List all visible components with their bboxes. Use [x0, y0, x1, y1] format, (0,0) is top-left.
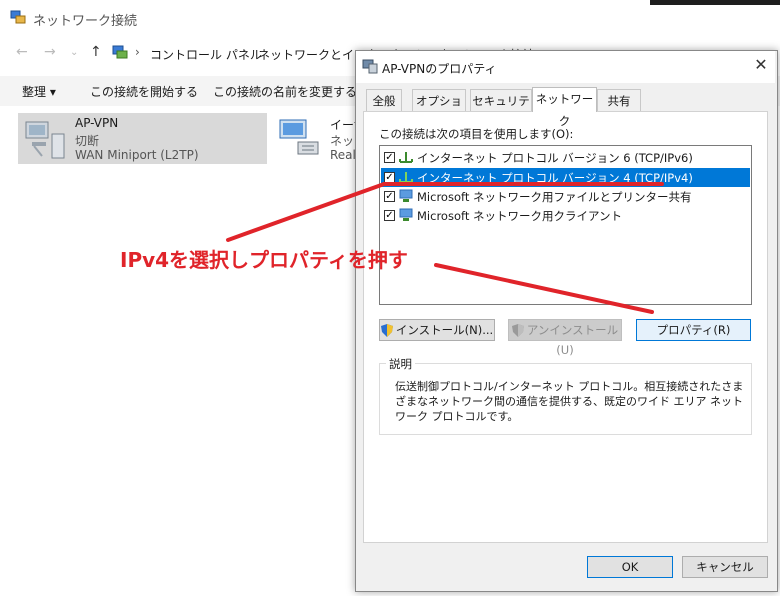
file-printer-sharing-label: Microsoft ネットワーク用ファイルとプリンター共有 [417, 190, 692, 204]
ipv4-label: インターネット プロトコル バージョン 4 (TCP/IPv4) [417, 171, 693, 185]
uac-shield-icon [511, 324, 524, 337]
vpn-connection-icon [25, 121, 65, 159]
file-printer-sharing-checkbox[interactable]: ✓ [384, 191, 395, 202]
tab-sharing[interactable]: 共有 [597, 89, 641, 111]
network-connections-icon [10, 10, 26, 24]
connection-name: AP-VPN [75, 116, 119, 130]
cancel-button[interactable]: キャンセル [682, 556, 768, 578]
control-panel-icon [112, 45, 128, 59]
ms-client-checkbox[interactable]: ✓ [384, 210, 395, 221]
service-icon [399, 189, 413, 202]
ipv6-label: インターネット プロトコル バージョン 6 (TCP/IPv6) [417, 151, 693, 165]
start-connection-button[interactable]: この接続を開始する [90, 83, 198, 100]
vpn-dialog-icon [362, 59, 378, 74]
explorer-title: ネットワーク接続 [33, 14, 138, 29]
ethernet-connection-icon [279, 119, 319, 155]
tab-general[interactable]: 全般 [366, 89, 402, 111]
protocol-icon [399, 172, 413, 183]
connection-status: 切断 [75, 134, 100, 148]
install-button[interactable]: インストール(N)... [379, 319, 495, 341]
ipv6-checkbox[interactable]: ✓ [384, 152, 395, 163]
tab-options[interactable]: オプション [412, 89, 466, 130]
forward-arrow-icon[interactable]: → [44, 44, 56, 60]
description-text: 伝送制御プロトコル/インターネット プロトコル。相互接続されたさまざまなネットワ… [395, 380, 744, 423]
ms-client-label: Microsoft ネットワーク用クライアント [417, 209, 623, 223]
taskbar-edge [650, 0, 780, 5]
items-label: この接続は次の項目を使用します(O): [379, 127, 574, 141]
close-icon[interactable]: ✕ [750, 55, 772, 74]
dialog-title: AP-VPNのプロパティ [382, 62, 497, 76]
annotation-text: IPv4を選択しプロパティを押す [120, 248, 408, 272]
tab-security[interactable]: セキュリティ [470, 89, 532, 130]
install-label: インストール(N)... [395, 323, 494, 337]
uninstall-button[interactable]: アンインストール(U) [508, 319, 622, 357]
back-arrow-icon[interactable]: ← [16, 44, 28, 60]
description-legend: 説明 [386, 356, 415, 372]
breadcrumb-separator: › [135, 45, 140, 59]
properties-button[interactable]: プロパティ(R) [636, 319, 751, 341]
tab-network[interactable]: ネットワーク [532, 87, 597, 128]
ipv4-checkbox[interactable]: ✓ [384, 172, 395, 183]
protocol-icon [399, 152, 413, 163]
ok-button[interactable]: OK [587, 556, 673, 578]
organize-menu[interactable]: 整理 ▾ [22, 83, 56, 100]
client-icon [399, 208, 413, 221]
uac-shield-icon [380, 324, 393, 337]
breadcrumb-separator: › [243, 45, 248, 59]
rename-connection-button[interactable]: この接続の名前を変更する [213, 83, 357, 100]
recent-dropdown-icon[interactable]: ⌄ [70, 47, 78, 58]
up-arrow-icon[interactable]: ↑ [90, 44, 102, 60]
connection-device: WAN Miniport (L2TP) [75, 148, 199, 162]
